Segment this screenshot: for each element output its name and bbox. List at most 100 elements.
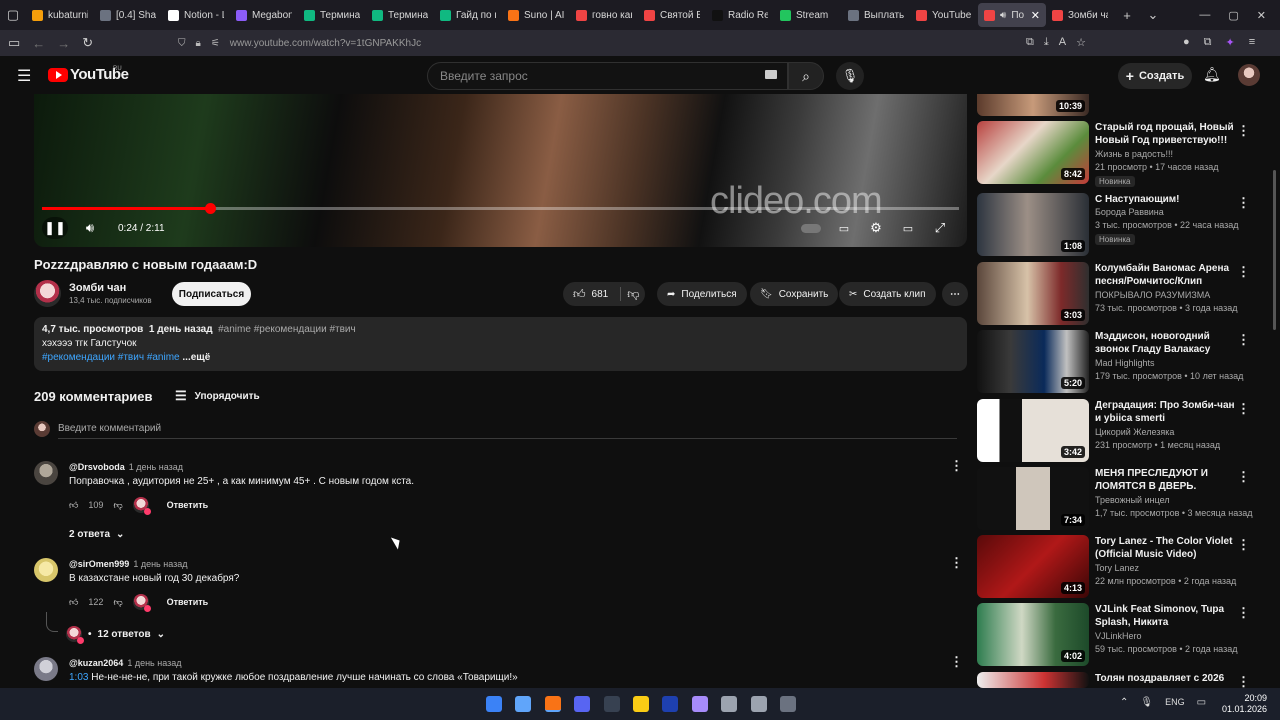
bookmark-star-icon[interactable]: ☆ bbox=[1076, 36, 1086, 49]
recommended-thumbnail[interactable] bbox=[977, 672, 1089, 688]
show-replies-button[interactable]: 2 ответа ⌄ bbox=[69, 529, 124, 540]
browser-tab[interactable]: kubaturnik bbox=[26, 0, 94, 30]
keyboard-icon[interactable] bbox=[765, 70, 777, 79]
sort-comments-button[interactable]: ☰ Упорядочить bbox=[175, 388, 260, 404]
browser-tab[interactable]: Stream bbox=[774, 0, 842, 30]
address-bar[interactable]: ⛉ 🔒︎ ⚟ www.youtube.com/watch?v=1tGNPAKKh… bbox=[178, 33, 1098, 53]
volume-button[interactable]: 🔊︎ bbox=[80, 217, 100, 239]
reply-button[interactable]: Ответить bbox=[167, 500, 209, 510]
file-explorer-icon[interactable] bbox=[515, 696, 532, 712]
page-scrollbar[interactable] bbox=[1273, 170, 1276, 330]
terminal-icon[interactable] bbox=[603, 696, 620, 712]
show-replies-button[interactable]: • 12 ответов ⌄ bbox=[66, 626, 165, 644]
obs-icon[interactable] bbox=[721, 696, 738, 712]
recommended-title[interactable]: VJLink Feat Simonov, Tupa Splash, Никита… bbox=[1095, 603, 1235, 630]
new-tab-icon[interactable]: + bbox=[1114, 8, 1140, 23]
recommended-thumbnail[interactable]: 4:02 bbox=[977, 603, 1089, 666]
recommended-title[interactable]: С Наступающим! bbox=[1095, 193, 1235, 206]
recommended-channel[interactable]: Борода Раввина bbox=[1095, 207, 1164, 217]
clip-button[interactable]: ✂ Создать клип bbox=[839, 282, 936, 306]
comment-author[interactable]: @Drsvoboda 1 день назад bbox=[69, 462, 183, 472]
recommended-title[interactable]: Деградация: Про Зомби-чан и ybiica smert… bbox=[1095, 399, 1235, 425]
save-button[interactable]: 🔖︎ Сохранить bbox=[750, 282, 839, 306]
menu-icon[interactable]: ≡ bbox=[1249, 36, 1255, 49]
recommended-menu-icon[interactable]: ⋮ bbox=[1237, 401, 1250, 417]
comment-author[interactable]: @sirOmen999 1 день назад bbox=[69, 559, 188, 569]
recommended-menu-icon[interactable]: ⋮ bbox=[1237, 332, 1250, 348]
recommended-title[interactable]: МЕНЯ ПРЕСЛЕДУЮТ И ЛОМЯТСЯ В ДВЕРЬ. bbox=[1095, 467, 1235, 493]
url-text[interactable]: www.youtube.com/watch?v=1tGNPAKKhJc bbox=[230, 38, 421, 49]
thumbs-up-icon[interactable]: 👍︎ bbox=[69, 500, 78, 511]
browser-tab[interactable]: Зомби чан bbox=[1046, 0, 1114, 30]
browser-tab[interactable]: Святой Ва bbox=[638, 0, 706, 30]
sidebar-toggle-icon[interactable]: ▭ bbox=[8, 35, 20, 51]
comment-avatar[interactable] bbox=[34, 461, 58, 485]
thumbs-down-icon[interactable]: 👎︎ bbox=[113, 500, 122, 511]
comment-avatar[interactable] bbox=[34, 558, 58, 582]
youtube-logo-icon[interactable] bbox=[48, 68, 68, 82]
like-button[interactable]: 👍︎ 681 bbox=[573, 287, 608, 302]
recommended-menu-icon[interactable]: ⋮ bbox=[1237, 195, 1250, 211]
progress-scrubber-handle[interactable] bbox=[204, 203, 216, 214]
tray-chevron-up-icon[interactable]: ⌃ bbox=[1120, 697, 1128, 708]
reply-button[interactable]: Ответить bbox=[167, 597, 209, 607]
subtitles-icon[interactable]: ▭ bbox=[834, 217, 854, 239]
tab-overview-icon[interactable]: ▢ bbox=[0, 7, 26, 23]
recommended-title[interactable]: Старый год прощай, Новый Новый Год приве… bbox=[1095, 121, 1235, 147]
recommended-thumbnail[interactable]: 8:42 bbox=[977, 121, 1089, 184]
comment-avatar[interactable] bbox=[34, 657, 58, 681]
hashtag-link[interactable]: #рекомендации bbox=[42, 352, 115, 363]
firefox-icon[interactable] bbox=[544, 696, 561, 712]
tray-mic-icon[interactable]: 🎙︎ bbox=[1140, 697, 1153, 708]
permissions-icon[interactable]: ⚟ bbox=[211, 38, 220, 49]
hashtag-link[interactable]: #anime bbox=[147, 352, 180, 363]
recommended-channel[interactable]: Tory Lanez bbox=[1095, 563, 1139, 573]
recommended-menu-icon[interactable]: ⋮ bbox=[1237, 264, 1250, 280]
forward-icon[interactable]: → bbox=[57, 36, 70, 51]
recommended-channel[interactable]: VJLinkHero bbox=[1095, 631, 1142, 641]
description-box[interactable]: 4,7 тыс. просмотров 1 день назад #anime … bbox=[34, 317, 967, 371]
comment-menu-icon[interactable]: ⋮ bbox=[950, 654, 963, 670]
account-icon[interactable]: ● bbox=[1183, 36, 1190, 49]
dislike-button[interactable]: 👎︎ bbox=[627, 287, 639, 302]
reload-icon[interactable]: ↻ bbox=[82, 35, 93, 51]
more-actions-button[interactable]: ⋯ bbox=[942, 282, 968, 306]
window-close-icon[interactable]: ✕ bbox=[1257, 9, 1266, 22]
recommended-thumbnail[interactable]: 7:34 bbox=[977, 467, 1089, 530]
user-avatar[interactable] bbox=[1238, 64, 1260, 86]
recommended-menu-icon[interactable]: ⋮ bbox=[1237, 605, 1250, 621]
tab-list-chevron-icon[interactable]: ⌄ bbox=[1140, 7, 1166, 23]
recommended-thumbnail[interactable]: 1:08 bbox=[977, 193, 1089, 256]
channel-name[interactable]: Зомби чан bbox=[69, 282, 126, 294]
maximize-icon[interactable]: ▢ bbox=[1228, 9, 1238, 22]
settings-gear-icon[interactable]: ⚙ bbox=[866, 217, 886, 239]
browser-tab[interactable]: Терминал bbox=[298, 0, 366, 30]
comment-menu-icon[interactable]: ⋮ bbox=[950, 555, 963, 571]
recommended-menu-icon[interactable]: ⋮ bbox=[1237, 537, 1250, 553]
browser-tab[interactable]: 🔊︎ По ✕ bbox=[978, 3, 1046, 27]
browser-tab[interactable]: [0.4] Shame bbox=[94, 0, 162, 30]
channel-avatar[interactable] bbox=[34, 280, 61, 307]
recommended-thumbnail[interactable]: 10:39 bbox=[977, 94, 1089, 116]
search-input[interactable]: Введите запрос bbox=[427, 62, 788, 90]
extension-purple-icon[interactable]: ✦ bbox=[1226, 36, 1235, 49]
steam-icon[interactable] bbox=[662, 696, 679, 712]
recommended-thumbnail[interactable]: 3:03 bbox=[977, 262, 1089, 325]
recommended-thumbnail[interactable]: 3:42 bbox=[977, 399, 1089, 462]
translate-icon[interactable]: A bbox=[1059, 36, 1066, 49]
guide-menu-icon[interactable]: ☰ bbox=[17, 66, 31, 86]
pin-app-icon[interactable] bbox=[633, 696, 649, 712]
recommended-channel[interactable]: Жизнь в радость!!! bbox=[1095, 149, 1173, 159]
recommended-channel[interactable]: Тревожный инцел bbox=[1095, 495, 1170, 505]
shield-icon[interactable]: ⛉ bbox=[178, 38, 186, 49]
video-player[interactable] bbox=[34, 94, 967, 247]
show-more-link[interactable]: ...ещё bbox=[182, 352, 210, 363]
browser-tab[interactable]: Suno | AI M bbox=[502, 0, 570, 30]
browser-tab[interactable]: говно как bbox=[570, 0, 638, 30]
pause-button[interactable]: ❚❚ bbox=[42, 217, 68, 239]
hashtag-link[interactable]: #твич bbox=[118, 352, 144, 363]
windows-start-icon[interactable] bbox=[486, 696, 502, 712]
discord-icon[interactable] bbox=[574, 696, 591, 712]
app-extra-icon[interactable] bbox=[780, 696, 796, 712]
subscribe-button[interactable]: Подписаться bbox=[172, 282, 251, 306]
